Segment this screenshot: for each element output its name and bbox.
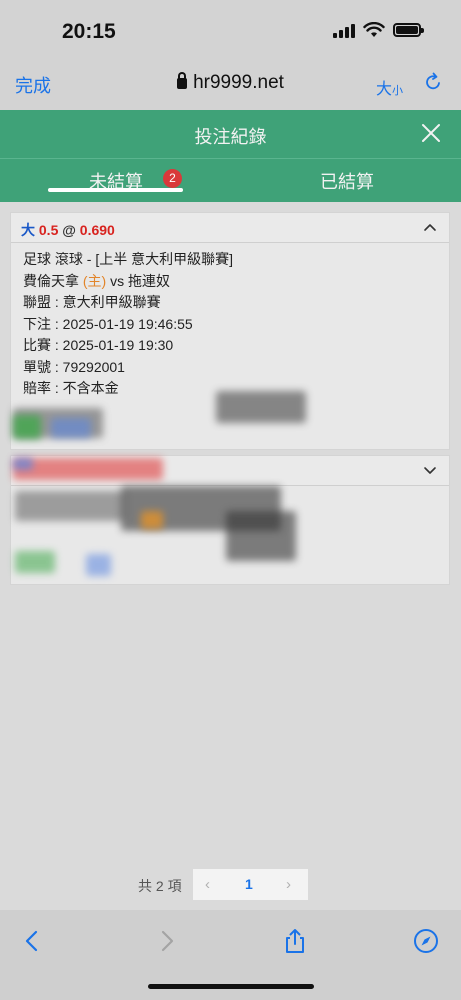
back-icon[interactable] — [20, 928, 46, 954]
pagination: ‹ 1 › — [193, 869, 308, 900]
redacted-area — [15, 491, 125, 521]
redacted-area — [13, 415, 41, 439]
unsettled-count-badge: 2 — [163, 169, 182, 188]
modal-header: 投注紀錄 — [0, 110, 461, 158]
bet-match-time: 比賽 : 2025-01-19 19:30 — [23, 337, 174, 353]
redacted-area — [141, 511, 163, 529]
bet-selection: 大 — [21, 222, 35, 238]
bet-placed-time: 下注 : 2025-01-19 19:46:55 — [23, 315, 193, 332]
bet-league: 聯盟 : 意大利甲級聯賽 — [23, 294, 161, 310]
text-size-small: 小 — [392, 85, 404, 97]
text-size-big: 大 — [376, 81, 393, 98]
redacted-area — [15, 551, 55, 573]
redacted-area — [86, 554, 111, 576]
tab-bar: 未結算 已結算 — [0, 158, 461, 202]
reload-icon[interactable] — [423, 72, 443, 92]
home-indicator — [148, 984, 314, 989]
redacted-area — [13, 458, 163, 480]
lock-icon — [177, 72, 188, 89]
home-tag: (主) — [82, 272, 107, 289]
address-host: hr9999.net — [193, 72, 284, 93]
bet-handicap: 0.5 — [38, 222, 59, 238]
bet-card — [10, 455, 450, 585]
bet-odds: 0.690 — [79, 222, 115, 238]
cellular-signal-icon — [333, 22, 355, 38]
bet-ticket-number: 單號 : 79292001 — [23, 358, 125, 375]
modal-title: 投注紀錄 — [194, 127, 267, 147]
browser-top-bar: 20:15 完成 hr9999.net 大小 — [0, 0, 461, 110]
active-tab-indicator — [48, 188, 183, 192]
battery-icon — [393, 23, 424, 37]
status-time: 20:15 — [62, 20, 116, 43]
bet-title: 大 0.5 @ 0.690 — [21, 220, 115, 240]
status-icons — [333, 22, 424, 38]
bet-at: @ — [62, 222, 76, 238]
page-number-button[interactable]: 1 — [245, 876, 253, 892]
redacted-area — [226, 511, 296, 561]
bet-card-header[interactable]: 大 0.5 @ 0.690 — [11, 213, 449, 243]
text-size-button[interactable]: 大小 — [376, 75, 403, 99]
home-team: 費倫天拿 — [23, 272, 79, 289]
bet-card: 大 0.5 @ 0.690 足球 滾球 - [上半 意大利甲級聯賽] 費倫天拿 … — [10, 212, 450, 450]
pagination-total: 共 2 項 — [138, 878, 182, 894]
vs-label: vs — [110, 272, 125, 289]
chevron-up-icon[interactable] — [423, 222, 437, 232]
redacted-area — [13, 458, 33, 470]
prev-page-button[interactable]: ‹ — [205, 876, 210, 893]
tab-settled[interactable]: 已結算 — [320, 168, 374, 194]
redacted-area — [216, 391, 306, 423]
chevron-down-icon[interactable] — [423, 465, 437, 475]
bet-details: 足球 滾球 - [上半 意大利甲級聯賽] 費倫天拿 (主) vs 拖連奴 聯盟 … — [11, 243, 449, 406]
wifi-icon — [363, 22, 385, 37]
next-page-button[interactable]: › — [286, 876, 291, 893]
bet-teams: 費倫天拿 (主) vs 拖連奴 — [23, 271, 437, 293]
redacted-area — [51, 418, 91, 438]
bet-market: 足球 滾球 - [上半 意大利甲級聯賽] — [23, 251, 233, 267]
away-team: 拖連奴 — [128, 272, 170, 289]
share-icon[interactable] — [282, 928, 308, 954]
forward-icon[interactable] — [153, 928, 179, 954]
close-icon[interactable] — [421, 123, 441, 143]
compass-icon[interactable] — [413, 928, 439, 954]
